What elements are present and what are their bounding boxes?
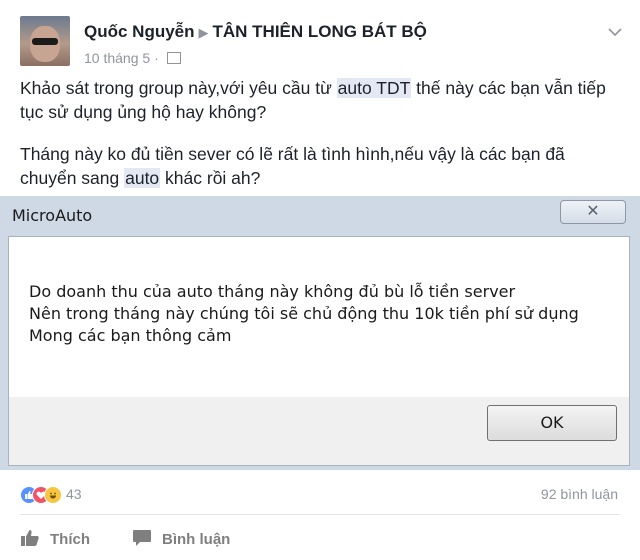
reaction-count[interactable]: 43: [66, 486, 82, 502]
avatar[interactable]: [20, 16, 70, 66]
dialog-message-area: Do doanh thu của auto tháng này không đủ…: [9, 237, 629, 397]
author-name[interactable]: Quốc Nguyễn: [84, 22, 195, 41]
post-paragraph-1: Khảo sát trong group này,với yêu cầu từ …: [20, 78, 606, 122]
separator-arrow-icon: ▶: [198, 25, 209, 40]
close-button[interactable]: ✕: [560, 200, 626, 224]
comment-count[interactable]: 92 bình luận: [541, 486, 618, 502]
ok-button[interactable]: OK: [487, 405, 617, 441]
post-date[interactable]: 10 tháng 5: [84, 50, 150, 66]
group-name[interactable]: TÂN THIÊN LONG BÁT BỘ: [213, 22, 427, 41]
avatar-sunglasses: [32, 38, 58, 45]
post-paragraph-2: Tháng này ko đủ tiền sever có lẽ rất là …: [20, 144, 565, 188]
comment-label: Bình luận: [162, 531, 231, 548]
divider: [20, 514, 620, 515]
post-actions: Thích Bình luận: [20, 528, 620, 552]
audience-group-icon: [166, 52, 181, 64]
like-button[interactable]: Thích: [20, 528, 90, 552]
haha-reaction-icon: [44, 486, 62, 504]
dialog-line-1: Do doanh thu của auto tháng này không đủ…: [29, 282, 516, 301]
comment-bubble-icon: [132, 529, 152, 555]
chevron-down-icon[interactable]: [608, 24, 622, 42]
post-header: Quốc Nguyễn ▶ TÂN THIÊN LONG BÁT BỘ 10 thá…: [20, 16, 630, 76]
post-meta: 10 tháng 5 ·: [84, 50, 181, 66]
dialog-line-3: Mong các bạn thông cảm: [29, 326, 232, 345]
thumbs-up-icon: [20, 529, 40, 555]
meta-dot: ·: [154, 50, 159, 66]
close-icon: ✕: [586, 203, 600, 220]
dialog-body: Do doanh thu của auto tháng này không đủ…: [8, 236, 630, 466]
dialog-message: Do doanh thu của auto tháng này không đủ…: [29, 281, 579, 347]
hashtag-link[interactable]: auto TDT: [336, 78, 412, 98]
post-body: Khảo sát trong group này,với yêu cầu từ …: [20, 76, 620, 208]
author-line: Quốc Nguyễn ▶ TÂN THIÊN LONG BÁT BỘ: [84, 22, 427, 42]
dialog-line-2: Nên trong tháng này chúng tôi sẽ chủ độn…: [29, 304, 579, 323]
message-dialog: MicroAuto ✕ Do doanh thu của auto tháng …: [0, 196, 640, 470]
dialog-title: MicroAuto: [12, 206, 93, 225]
like-label: Thích: [50, 531, 90, 548]
comment-button[interactable]: Bình luận: [132, 528, 230, 552]
hashtag-link[interactable]: auto: [124, 168, 161, 188]
reactions-bar: 43 92 bình luận: [20, 486, 620, 506]
